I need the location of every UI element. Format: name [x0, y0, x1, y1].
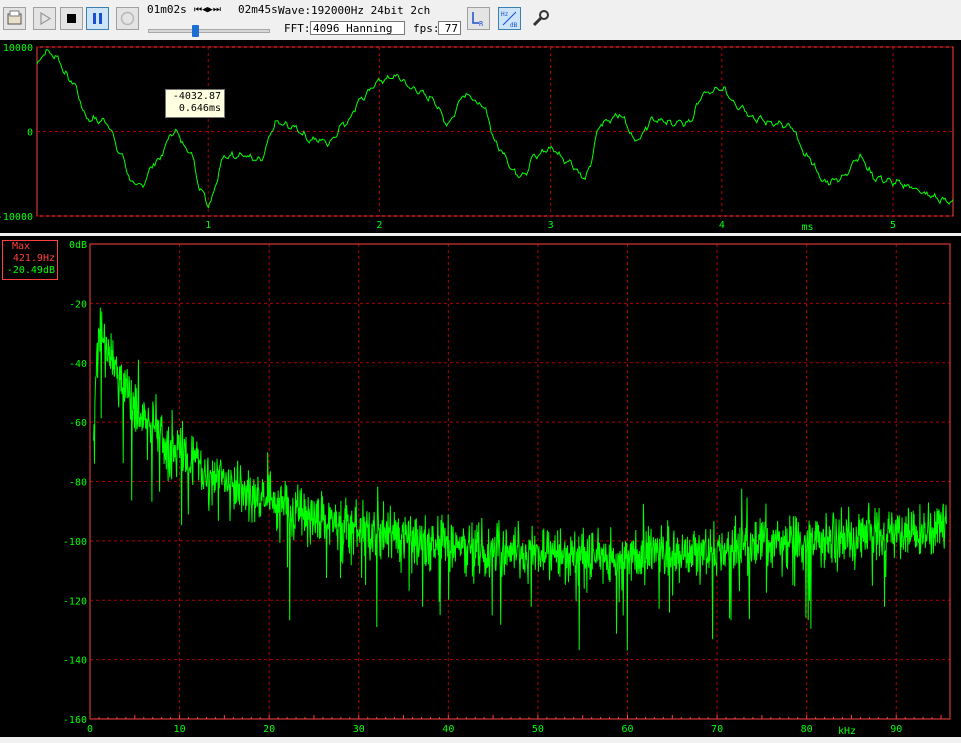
fps-label: fps: — [413, 22, 440, 35]
settings-button[interactable] — [529, 7, 552, 30]
lr-channel-icon: R — [472, 12, 484, 28]
seek-slider-track[interactable] — [148, 29, 270, 33]
cursor-readout-tooltip: -4032.87 0.646ms — [165, 89, 225, 118]
waveform-chart: 10000 0 -10000 1 2 3 4 5 ms — [0, 43, 954, 233]
waveform-y-tick-label: -10000 — [0, 212, 33, 223]
waveform-trace — [36, 49, 954, 209]
spectrum-y-tick-label: -40 — [69, 359, 87, 370]
pause-icon — [93, 13, 102, 24]
spectrum-x-tick-label: 40 — [442, 724, 454, 735]
spectrum-y-tick-label: -160 — [63, 715, 87, 726]
total-time: 02m45s — [238, 3, 278, 16]
peak-readout: Max 421.9Hz -20.49dB — [2, 240, 58, 280]
peak-level: -20.49dB — [6, 265, 55, 276]
waveform-y-tick-label: 10000 — [3, 43, 33, 54]
cursor-time: 0.646ms — [178, 103, 221, 114]
spectrum-x-unit: kHz — [838, 726, 856, 737]
waveform-x-tick-label: 3 — [548, 220, 554, 231]
svg-text:Hz: Hz — [501, 11, 509, 18]
spectrum-x-tick-label: 90 — [890, 724, 902, 735]
spectrum-x-tick-label: 0 — [87, 724, 93, 735]
record-button[interactable] — [116, 7, 139, 30]
hz-db-icon: Hz dB — [501, 11, 518, 29]
seek-slider-thumb[interactable] — [191, 25, 199, 37]
fft-label: FFT: — [284, 22, 311, 35]
spectrum-x-tick-label: 80 — [801, 724, 813, 735]
channel-lr-button[interactable]: R — [467, 7, 490, 30]
spectrum-x-tick-label: 70 — [711, 724, 723, 735]
pause-button[interactable] — [86, 7, 109, 30]
current-time: 01m02s — [147, 3, 187, 16]
spectrum-y-tick-label: -120 — [63, 596, 87, 607]
spectrum-y-tick-label: -20 — [69, 299, 87, 310]
spectrum-x-tick-label: 60 — [621, 724, 633, 735]
cursor-value: -4032.87 — [172, 91, 221, 102]
spectrum-chart: 0dB -20 -40 -60 -80 -100 -120 -140 -1600 10 20 30 40… — [63, 240, 951, 737]
spectrum-y-tick-label: -80 — [69, 478, 87, 489]
svg-text:dB: dB — [510, 22, 518, 29]
transport-skip-controls[interactable]: ⏮◀▶⏭ — [194, 4, 221, 16]
spectrum-y-tick-label: -100 — [63, 537, 87, 548]
waveform-x-tick-label: 5 — [890, 220, 896, 231]
waveform-x-tick-label: 4 — [719, 220, 725, 231]
wrench-icon — [532, 10, 549, 27]
toolbar: 01m02s ⏮◀▶⏭ 02m45s Wave: 192000Hz 24bit … — [0, 0, 961, 40]
spectrum-y-tick-label: 0dB — [69, 240, 87, 251]
play-button[interactable] — [33, 7, 56, 30]
fft-setting-field[interactable]: 4096 Hanning — [310, 21, 405, 35]
spectrum-panel: 0dB -20 -40 -60 -80 -100 -120 -140 -160 0 10 20 30 40… — [0, 236, 961, 737]
record-icon — [120, 11, 135, 26]
waveform-y-tick-label: 0 — [27, 128, 33, 139]
hz-db-scale-button[interactable]: Hz dB — [498, 7, 521, 30]
waveform-panel: 10000 0 -10000 1 2 3 4 5 ms — [0, 40, 961, 233]
status-bar — [0, 737, 961, 743]
svg-text:R: R — [479, 20, 484, 28]
play-icon — [40, 11, 52, 26]
spectrum-y-tick-label: -60 — [69, 418, 87, 429]
spectrum-x-tick-label: 20 — [263, 724, 275, 735]
fps-field[interactable]: 77 — [438, 21, 461, 35]
spectrum-x-tick-label: 50 — [532, 724, 544, 735]
stop-icon — [67, 14, 76, 23]
wave-info: 192000Hz 24bit 2ch — [311, 4, 431, 17]
spectrum-y-tick-label: -140 — [63, 656, 87, 667]
folder-icon — [7, 10, 22, 25]
peak-frequency: 421.9Hz — [12, 253, 55, 264]
spectrum-x-tick-label: 10 — [174, 724, 186, 735]
spectrum-x-tick-label: 30 — [353, 724, 365, 735]
open-file-button[interactable] — [3, 7, 26, 30]
waveform-x-tick-label: 2 — [376, 220, 382, 231]
spectrum-trace — [93, 307, 947, 651]
waveform-x-tick-label: 1 — [205, 220, 211, 231]
waveform-x-unit: ms — [801, 222, 813, 233]
peak-label: Max — [12, 241, 31, 252]
wave-label: Wave: — [278, 4, 312, 17]
stop-button[interactable] — [60, 7, 83, 30]
